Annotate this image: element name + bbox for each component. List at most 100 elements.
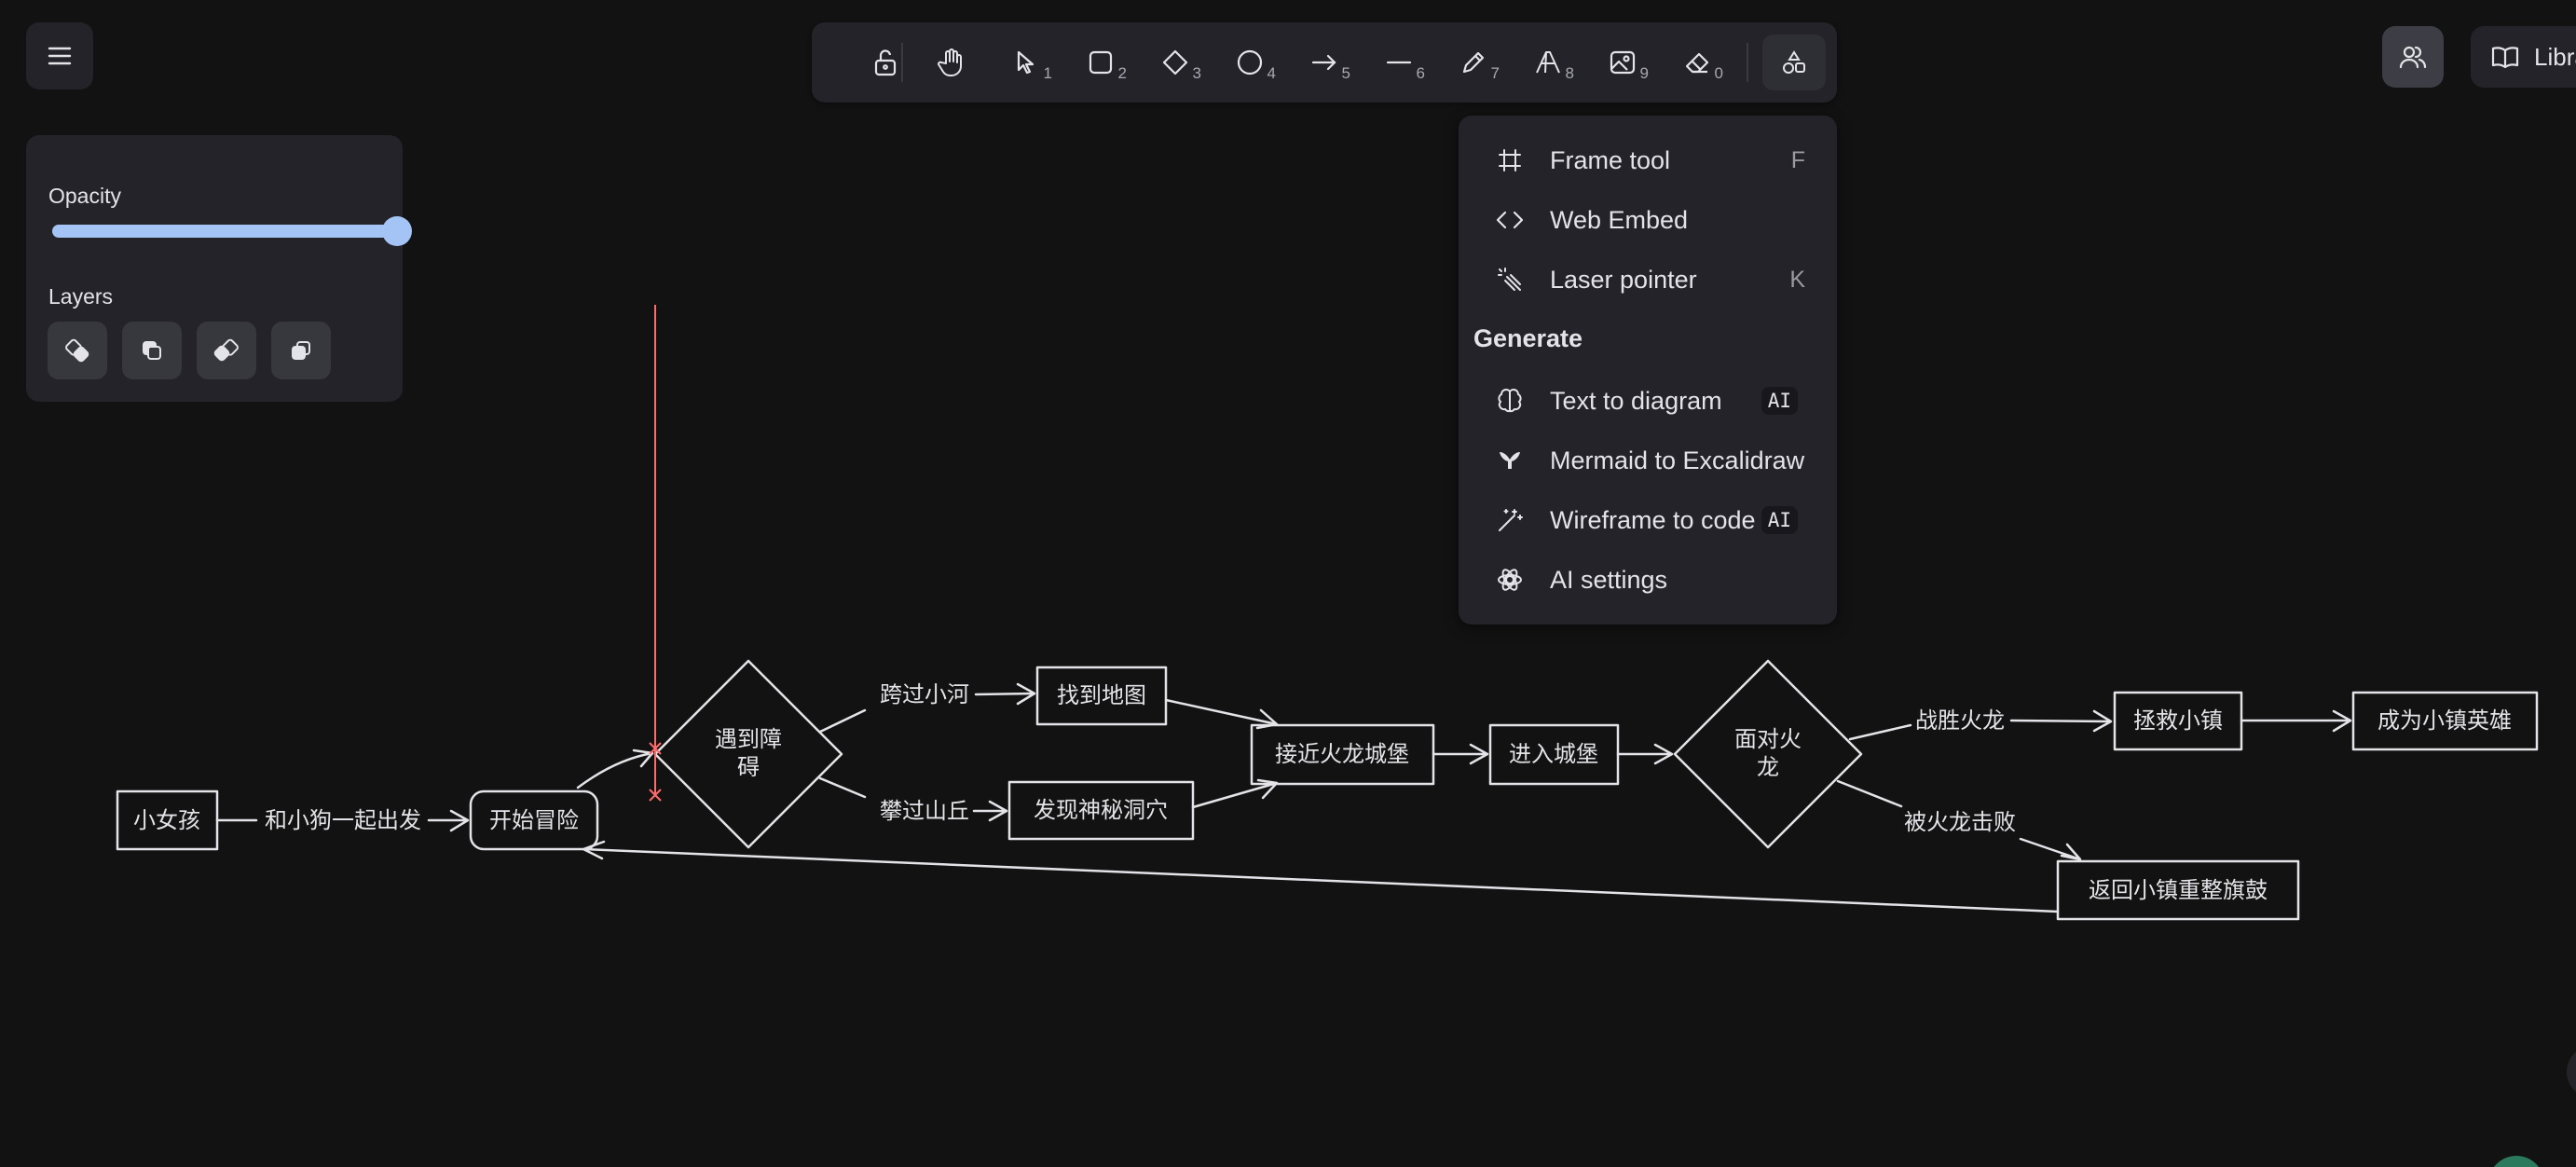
- tool-ellipse[interactable]: 4: [1218, 34, 1281, 90]
- tool-text[interactable]: 8: [1516, 34, 1580, 90]
- node-label-face-dragon-1: 面对火: [1734, 726, 1802, 752]
- tool-draw[interactable]: 7: [1442, 34, 1505, 90]
- menu-label: AI settings: [1550, 565, 1668, 594]
- edge-label-with-dog: 和小狗一起出发: [265, 807, 421, 833]
- tool-key: 7: [1490, 64, 1500, 82]
- send-backward-icon: [143, 341, 161, 360]
- bring-to-front-button[interactable]: [271, 322, 331, 379]
- bring-forward-icon: [213, 338, 239, 362]
- edge-label-climb-hill: 攀过山丘: [880, 798, 969, 824]
- tool-more-tools[interactable]: [1762, 34, 1826, 90]
- node-label-approach-castle: 接近火龙城堡: [1275, 741, 1409, 767]
- bring-forward-button[interactable]: [197, 322, 256, 379]
- ai-badge: AI: [1761, 387, 1798, 415]
- main-menu-button[interactable]: [26, 22, 93, 89]
- menu-item-mermaid[interactable]: Mermaid to Excalidraw: [1470, 434, 1826, 487]
- openai-logo-icon: [1494, 564, 1526, 596]
- node-label-enter-castle: 进入城堡: [1509, 741, 1598, 767]
- menu-item-laser-pointer[interactable]: Laser pointer K: [1470, 254, 1826, 306]
- opacity-slider-thumb[interactable]: [382, 216, 412, 246]
- tool-eraser[interactable]: 0: [1665, 34, 1729, 90]
- tool-arrow[interactable]: 5: [1293, 34, 1356, 90]
- laser-pointer-icon: [1494, 264, 1526, 295]
- send-to-back-icon: [65, 338, 89, 363]
- diamond-icon: [1162, 49, 1188, 76]
- node-label-face-dragon-2: 龙: [1757, 754, 1779, 780]
- opacity-slider-track[interactable]: [52, 225, 397, 238]
- text-icon: [1536, 51, 1560, 74]
- node-label-find-cave: 发现神秘洞穴: [1034, 797, 1168, 823]
- book-icon: [2491, 47, 2519, 69]
- menu-section-generate: Generate: [1473, 324, 1583, 352]
- tool-key: 2: [1117, 64, 1127, 82]
- hamburger-icon: [48, 47, 72, 65]
- menu-item-ai-settings[interactable]: AI settings: [1470, 554, 1826, 606]
- menu-label: Wireframe to code: [1550, 505, 1756, 534]
- edge-label-cross-river: 跨过小河: [880, 681, 969, 707]
- circle-icon: [1237, 49, 1263, 76]
- shapes-icon: [1783, 50, 1805, 74]
- menu-shortcut: F: [1790, 146, 1805, 173]
- line-icon: [1386, 61, 1412, 64]
- library-button[interactable]: Libra: [2471, 26, 2576, 88]
- tool-lock[interactable]: [854, 34, 917, 90]
- menu-label: Web Embed: [1550, 205, 1689, 234]
- tool-key: 9: [1639, 64, 1649, 82]
- eraser-icon: [1685, 52, 1709, 74]
- menu-shortcut: K: [1789, 266, 1805, 293]
- edge-label-defeat-dragon: 战胜火龙: [1915, 707, 2005, 734]
- layers-label: Layers: [48, 284, 114, 309]
- arrows: [215, 682, 2352, 913]
- send-backward-button[interactable]: [122, 322, 182, 379]
- tool-key: 4: [1267, 64, 1276, 82]
- mermaid-icon: [1494, 445, 1526, 476]
- tool-key: 5: [1341, 64, 1350, 82]
- tool-rectangle[interactable]: 2: [1069, 34, 1132, 90]
- node-label-return-town: 返回小镇重整旗鼓: [2089, 877, 2268, 903]
- send-to-back-button[interactable]: [48, 322, 107, 379]
- menu-label: Text to diagram: [1550, 386, 1722, 415]
- tool-key: 0: [1714, 64, 1723, 82]
- menu-item-text-to-diagram[interactable]: Text to diagram AI: [1470, 375, 1826, 427]
- ai-badge: AI: [1761, 506, 1798, 534]
- pencil-icon: [1462, 51, 1485, 74]
- brain-icon: [1494, 385, 1526, 417]
- menu-item-wireframe-to-code[interactable]: Wireframe to code AI: [1470, 494, 1826, 546]
- toolbar-separator: [1747, 43, 1748, 82]
- node-label-become-hero: 成为小镇英雄: [2377, 707, 2512, 734]
- menu-item-frame-tool[interactable]: Frame tool F: [1470, 134, 1826, 186]
- tool-key: 6: [1416, 64, 1425, 82]
- node-label-obstacle-1: 遇到障: [715, 726, 782, 752]
- edge-label-defeated: 被火龙击败: [1904, 809, 2016, 835]
- node-label-start: 开始冒险: [489, 807, 579, 833]
- collaborate-button[interactable]: [2382, 26, 2444, 88]
- unlock-icon: [874, 49, 897, 76]
- node-label-find-map: 找到地图: [1057, 682, 1146, 708]
- code-brackets-icon: [1494, 204, 1526, 236]
- menu-label: Frame tool: [1550, 145, 1671, 174]
- tool-hand[interactable]: [920, 34, 983, 90]
- tool-key: 8: [1565, 64, 1574, 82]
- rectangle-icon: [1089, 50, 1113, 75]
- tool-image[interactable]: 9: [1591, 34, 1654, 90]
- arrow-right-icon: [1311, 54, 1336, 71]
- tool-key: 1: [1043, 64, 1052, 82]
- tool-key: 3: [1192, 64, 1201, 82]
- hand-icon: [938, 48, 962, 76]
- alignment-guide: [649, 305, 662, 802]
- image-icon: [1610, 50, 1636, 75]
- help-button-partial[interactable]: [2567, 1046, 2576, 1098]
- tool-diamond[interactable]: 3: [1144, 34, 1207, 90]
- cursor-icon: [1017, 50, 1035, 75]
- library-label: Libra: [2534, 42, 2576, 71]
- menu-item-web-embed[interactable]: Web Embed: [1470, 194, 1826, 246]
- toolbar-separator: [901, 43, 903, 82]
- tool-selection[interactable]: 1: [994, 34, 1058, 90]
- avatar-partial[interactable]: [2488, 1156, 2544, 1167]
- node-label-girl: 小女孩: [133, 807, 200, 833]
- magic-wand-icon: [1494, 504, 1526, 536]
- tool-line[interactable]: 6: [1367, 34, 1431, 90]
- node-label-obstacle-2: 碍: [737, 754, 760, 780]
- menu-label: Mermaid to Excalidraw: [1550, 446, 1805, 474]
- bring-to-front-icon: [292, 341, 310, 360]
